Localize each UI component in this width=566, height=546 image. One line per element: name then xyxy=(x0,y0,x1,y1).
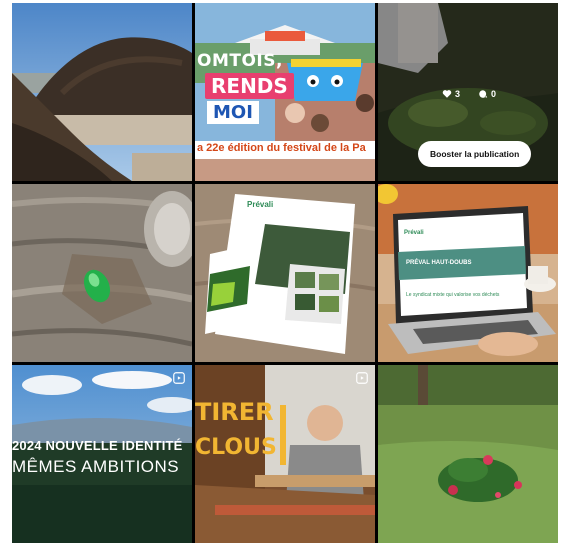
post-tile-festival[interactable]: OMTOIS, RENDS MOI a 22e édition du festi… xyxy=(195,3,375,181)
festival-title-line2: RENDS xyxy=(205,73,294,99)
laptop-photo xyxy=(378,184,558,362)
comments-count: 0 xyxy=(491,89,497,99)
beetle-photo xyxy=(12,184,192,362)
likes-stat: 3 xyxy=(442,89,460,99)
festival-title-line3: MOI xyxy=(207,101,259,124)
forest-photo xyxy=(12,365,192,543)
post-tile-brochure[interactable]: Prévali xyxy=(195,184,375,362)
post-tile-flowers[interactable] xyxy=(378,365,558,543)
flowers-photo xyxy=(378,365,558,543)
brochure-brand: Prévali xyxy=(247,200,274,209)
identity-title-line2: MÊMES AMBITIONS xyxy=(12,457,180,476)
identity-title-line1: 2024 NOUVELLE IDENTITÉ xyxy=(12,438,183,453)
boost-post-button[interactable]: Booster la publication xyxy=(418,141,532,167)
laptop-site-banner: PRÉVAL HAUT-DOUBS xyxy=(406,260,472,266)
festival-title-line1: OMTOIS, xyxy=(197,51,283,71)
likes-count: 3 xyxy=(455,89,461,99)
post-stats: 3 0 xyxy=(442,89,496,99)
post-tile-identity[interactable]: 2024 NOUVELLE IDENTITÉ MÊMES AMBITIONS xyxy=(12,365,192,543)
laptop-site-caption: Le syndicat mixte qui valorise vos déche… xyxy=(406,292,500,298)
comments-stat: 0 xyxy=(478,89,496,99)
laptop-site-brand: Prévali xyxy=(404,230,424,236)
reel-icon xyxy=(173,372,185,384)
post-tile-compost[interactable] xyxy=(12,3,192,181)
post-tile-garden[interactable]: 3 0 Booster la publication xyxy=(378,3,558,181)
compost-photo xyxy=(12,3,192,181)
brochure-photo xyxy=(195,184,375,362)
festival-edition-text: a 22e édition du festival de la Pa xyxy=(197,142,366,154)
reel-icon xyxy=(356,372,368,384)
workshop-word2: CLOUS xyxy=(195,435,277,460)
workshop-word1: TIRER xyxy=(195,398,274,426)
post-tile-workshop[interactable]: TIRER CLOUS xyxy=(195,365,375,543)
post-tile-beetle[interactable] xyxy=(12,184,192,362)
comment-icon xyxy=(479,90,488,98)
heart-icon xyxy=(442,90,452,98)
post-grid: OMTOIS, RENDS MOI a 22e édition du festi… xyxy=(12,3,558,543)
post-tile-laptop[interactable]: Prévali PRÉVAL HAUT-DOUBS Le syndicat mi… xyxy=(378,184,558,362)
